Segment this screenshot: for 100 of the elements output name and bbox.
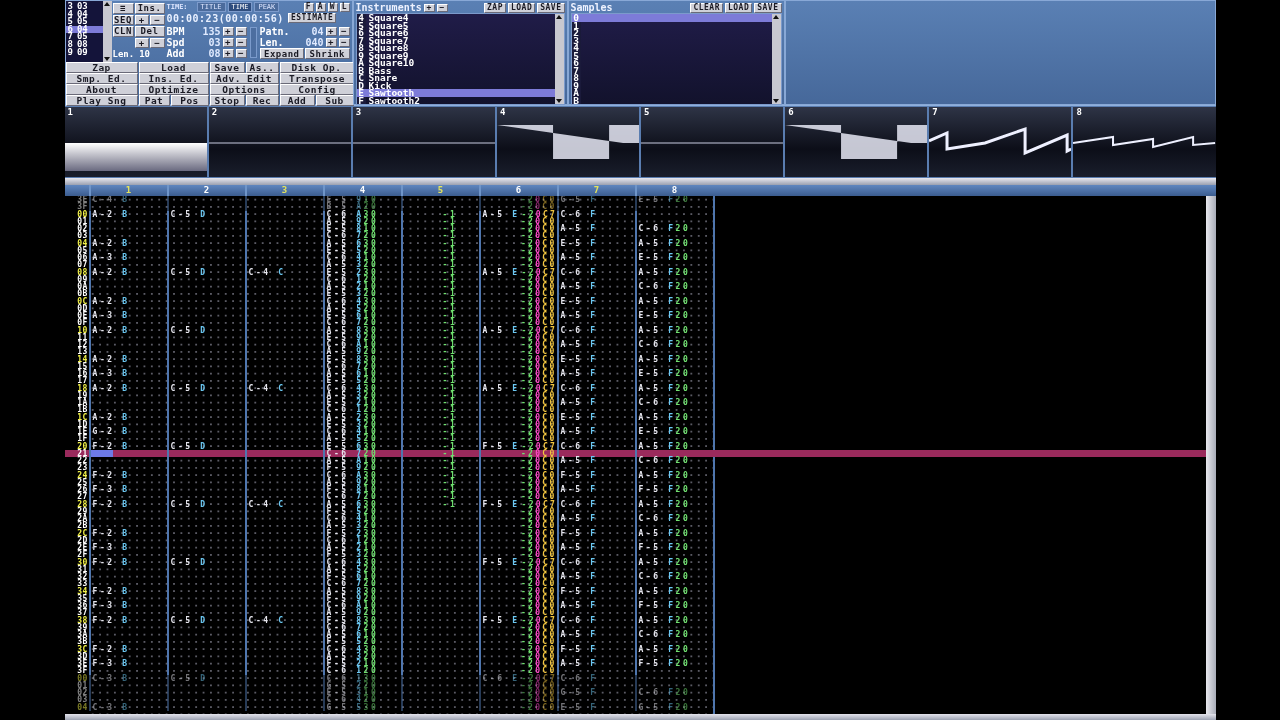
add-button[interactable]: + xyxy=(423,3,435,12)
file-button[interactable]: ZAP xyxy=(484,2,506,13)
toolbar-button[interactable]: Options xyxy=(209,83,279,95)
toolbar-button[interactable]: Add xyxy=(279,94,315,106)
increase-button[interactable]: + xyxy=(222,26,234,36)
file-button[interactable]: LOAD xyxy=(507,2,536,13)
horizontal-scrollbar[interactable] xyxy=(64,714,1216,720)
instrument-name[interactable]: Bass xyxy=(365,66,392,74)
toolbar-button[interactable]: Save xyxy=(209,61,245,73)
toggle-strip[interactable] xyxy=(249,27,257,58)
toolbar-button[interactable]: Adv. Edit xyxy=(209,72,279,84)
position-pattern[interactable]: 04 xyxy=(76,25,88,34)
decrease-button[interactable]: − xyxy=(338,26,350,36)
decrease-button[interactable]: − xyxy=(235,37,247,47)
selected-sample[interactable]: 0 xyxy=(571,14,772,22)
instrument-name[interactable]: Kick xyxy=(365,81,392,89)
instrument-name[interactable]: Square7 xyxy=(365,36,409,44)
toolbar-button[interactable]: Stop xyxy=(209,94,245,106)
instrument-name[interactable]: Snare xyxy=(365,74,398,82)
remove-button[interactable]: − xyxy=(436,3,448,12)
toggle-button[interactable]: L xyxy=(339,2,350,12)
file-button[interactable]: LOAD xyxy=(724,2,753,13)
toolbar-button[interactable]: Pat xyxy=(138,94,170,106)
instrument-name[interactable]: Sawtooth2 xyxy=(365,96,420,104)
delete-button[interactable]: Del xyxy=(134,26,165,37)
toolbar-button[interactable]: Sub xyxy=(315,94,354,106)
sample-index[interactable]: A xyxy=(571,89,581,97)
toolbar-button[interactable]: Smp. Ed. xyxy=(65,72,138,84)
toggle-button[interactable]: F xyxy=(303,2,314,12)
instrument-name[interactable]: Sawtooth xyxy=(365,89,415,97)
scrollbar[interactable] xyxy=(771,14,781,104)
oscilloscope[interactable]: 4 xyxy=(496,107,639,177)
sample-index[interactable]: B xyxy=(571,96,581,104)
selected-instrument[interactable]: E Sawtooth xyxy=(356,89,555,97)
sample-index[interactable]: 9 xyxy=(571,81,581,89)
file-button[interactable]: SAVE xyxy=(754,2,782,13)
shrink-button[interactable]: Shrink xyxy=(305,48,350,59)
toolbar-button[interactable]: Rec xyxy=(245,94,279,106)
position-pattern[interactable]: 04 xyxy=(76,10,88,19)
sequence-button[interactable]: SEQ xyxy=(112,14,134,25)
selected-position[interactable]: 6 04 xyxy=(65,25,104,34)
toolbar-button[interactable]: Transpose xyxy=(279,72,355,84)
increase-button[interactable]: + xyxy=(222,48,234,58)
toolbar-button[interactable]: Disk Op. xyxy=(279,61,354,73)
oscilloscope[interactable]: 6 xyxy=(785,107,928,177)
instrument-name[interactable]: Square8 xyxy=(365,44,409,52)
toolbar-button[interactable]: Config xyxy=(279,83,355,95)
toolbar-button[interactable]: Ins. Ed. xyxy=(138,72,209,84)
increase-button[interactable]: + xyxy=(222,37,234,47)
decrease-button[interactable]: − xyxy=(338,37,350,47)
scrollbar[interactable] xyxy=(554,14,564,104)
toggle-button[interactable]: A xyxy=(315,2,326,12)
position-pattern[interactable]: 05 xyxy=(76,33,88,41)
instrument-name[interactable]: Square6 xyxy=(365,29,409,37)
sample-index[interactable]: 7 xyxy=(571,66,581,74)
increase-button[interactable]: + xyxy=(134,37,149,48)
decrease-button[interactable]: − xyxy=(150,14,165,25)
toolbar-button[interactable]: Play Sng xyxy=(65,94,138,106)
sample-index[interactable]: 3 xyxy=(571,36,581,44)
position-pattern[interactable]: 09 xyxy=(76,48,88,57)
sample-index[interactable]: 2 xyxy=(571,29,581,37)
cursor[interactable] xyxy=(90,449,113,457)
estimate-button[interactable]: ESTIMATE xyxy=(287,13,337,23)
instrument-name[interactable]: Square9 xyxy=(365,51,409,59)
insert-button[interactable]: Ins. xyxy=(134,3,165,14)
position-pattern[interactable]: 05 xyxy=(76,18,88,26)
sample-index[interactable]: 5 xyxy=(571,51,581,59)
sample-index[interactable]: 1 xyxy=(571,21,581,29)
scrollbar[interactable] xyxy=(103,1,112,62)
toggle-button[interactable]: W xyxy=(327,2,338,12)
scroll-up-icon[interactable] xyxy=(773,15,779,19)
toolbar-button[interactable]: Pos xyxy=(170,94,209,106)
clean-button[interactable]: CLN xyxy=(112,26,134,37)
file-button[interactable]: SAVE xyxy=(537,2,565,13)
instrument-name[interactable]: Square5 xyxy=(365,21,409,29)
sample-index[interactable]: 8 xyxy=(571,74,581,82)
instrument-name[interactable]: Square10 xyxy=(365,59,415,67)
increase-button[interactable]: + xyxy=(325,26,337,36)
toolbar-button[interactable]: Zap xyxy=(65,61,138,73)
sample-index[interactable]: 4 xyxy=(571,44,581,52)
horizontal-scrollbar[interactable] xyxy=(64,178,1216,185)
instrument-name[interactable]: Square4 xyxy=(365,14,409,22)
oscilloscope[interactable]: 8 xyxy=(1073,107,1216,177)
toolbar-button[interactable]: About xyxy=(65,83,138,95)
decrease-button[interactable]: − xyxy=(235,48,247,58)
oscilloscope[interactable]: 1 xyxy=(64,107,207,177)
decrease-button[interactable]: − xyxy=(235,26,247,36)
file-button[interactable]: CLEAR xyxy=(690,2,723,13)
sample-index[interactable]: 6 xyxy=(571,59,581,67)
oscilloscope[interactable]: 7 xyxy=(929,107,1072,177)
toolbar-button[interactable]: Load xyxy=(138,61,209,73)
cursor-row[interactable]: 21 C-6 720 -1 -20C0 xyxy=(64,449,1206,457)
scrollbar[interactable] xyxy=(1205,196,1216,714)
increase-button[interactable]: + xyxy=(325,37,337,47)
toolbar-button[interactable]: Optimize xyxy=(138,83,209,95)
expand-button[interactable]: Expand xyxy=(259,48,304,59)
increase-button[interactable]: + xyxy=(134,14,149,25)
sample-index[interactable]: 0 xyxy=(571,14,581,22)
scroll-up-icon[interactable] xyxy=(556,15,562,19)
toolbar-button[interactable]: As.. xyxy=(245,61,279,73)
